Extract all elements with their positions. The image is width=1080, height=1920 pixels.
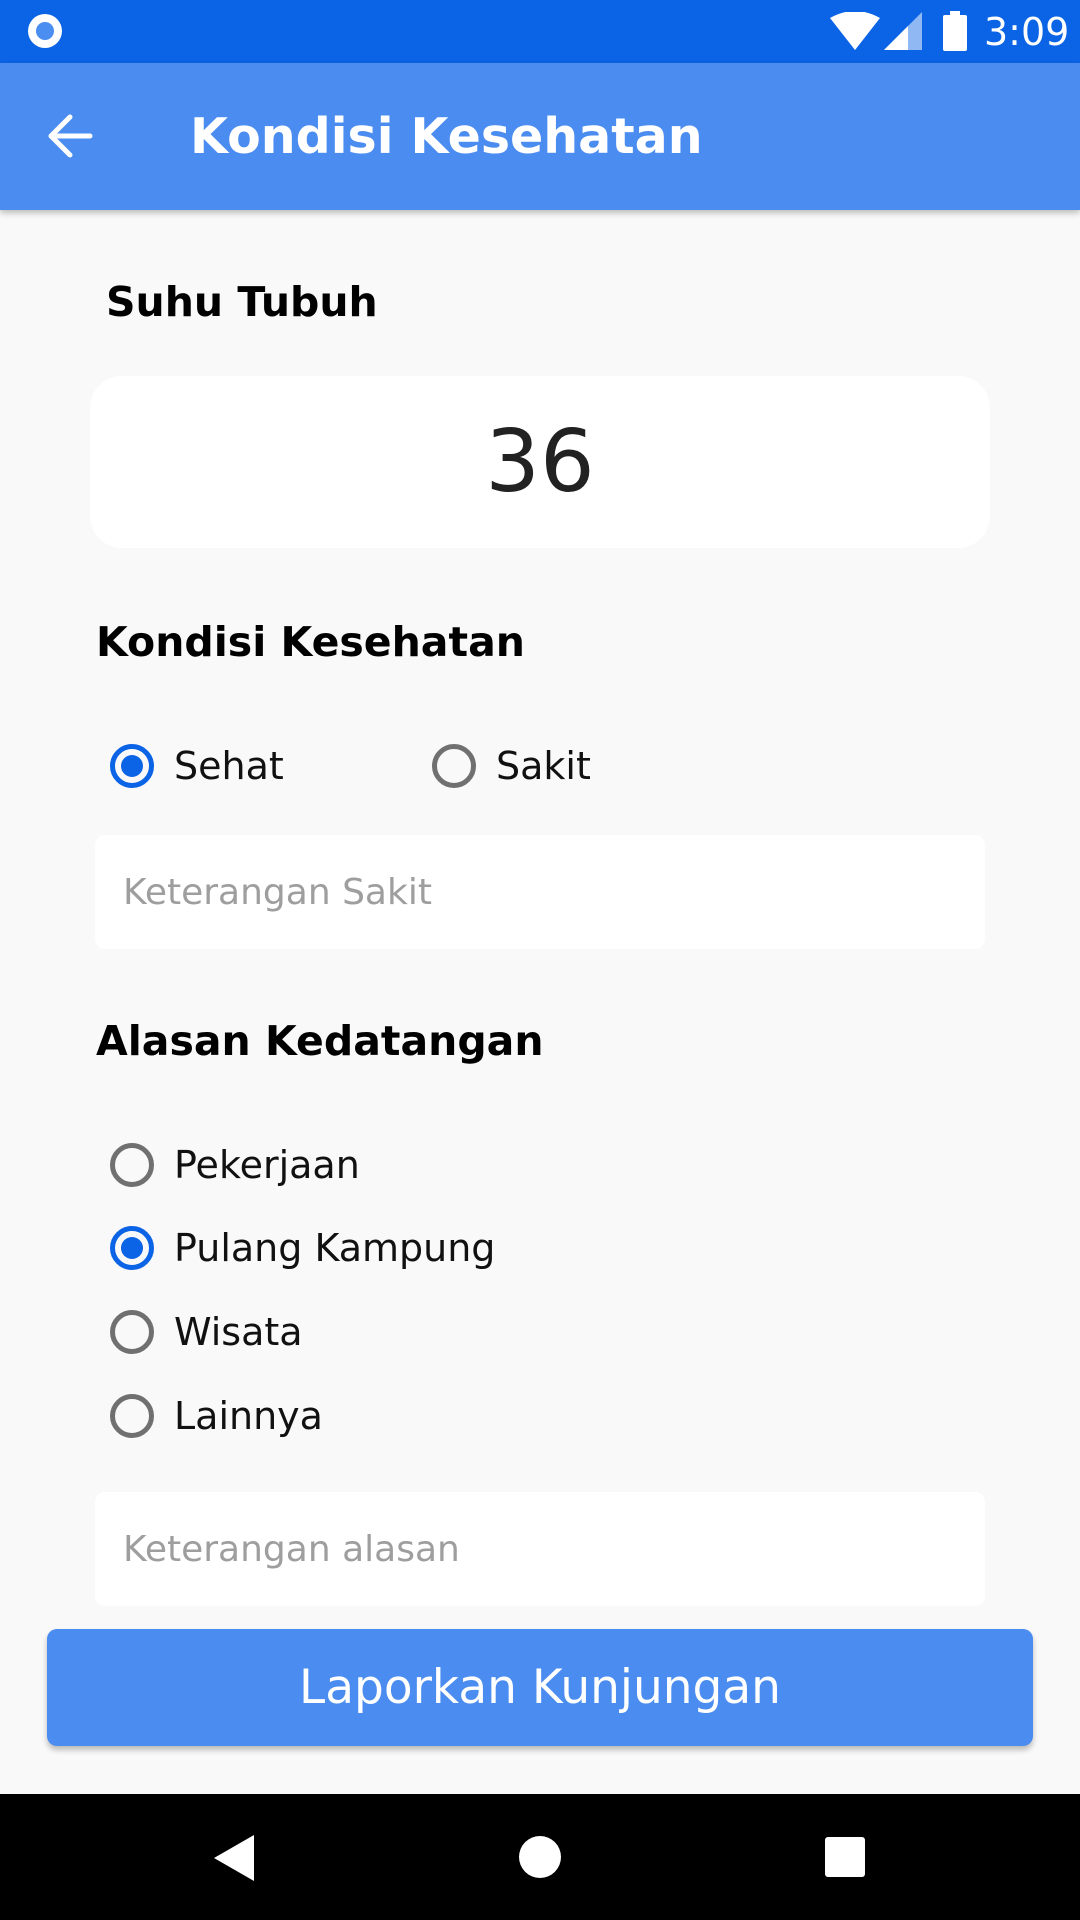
nav-home-icon[interactable] [519, 1836, 561, 1878]
radio-unchecked-icon [110, 1143, 154, 1187]
radio-pulang-kampung[interactable]: Pulang Kampung [110, 1218, 495, 1278]
radio-checked-icon [110, 1226, 154, 1270]
nav-back-icon[interactable] [214, 1835, 254, 1881]
radio-sehat[interactable]: Sehat [110, 736, 284, 796]
radio-label: Sakit [496, 744, 591, 788]
cell-signal-icon [884, 12, 922, 50]
status-time: 3:09 [984, 10, 1070, 54]
status-bar: 3:09 [0, 0, 1080, 63]
radio-sakit[interactable]: Sakit [432, 736, 591, 796]
reason-note-field[interactable] [95, 1492, 985, 1606]
temperature-label: Suhu Tubuh [106, 278, 378, 326]
radio-label: Lainnya [174, 1394, 323, 1438]
radio-checked-icon [110, 744, 154, 788]
radio-unchecked-icon [110, 1394, 154, 1438]
battery-icon [943, 11, 967, 51]
sick-note-input[interactable] [121, 870, 985, 914]
page-title: Kondisi Kesehatan [190, 108, 703, 165]
wifi-icon [830, 12, 880, 50]
temperature-input[interactable]: 36 [90, 376, 990, 548]
arrow-back-icon[interactable] [46, 113, 94, 159]
radio-unchecked-icon [110, 1310, 154, 1354]
sick-note-field[interactable] [95, 835, 985, 949]
radio-pekerjaan[interactable]: Pekerjaan [110, 1135, 360, 1195]
radio-label: Pulang Kampung [174, 1226, 496, 1270]
nav-recents-icon[interactable] [825, 1837, 865, 1877]
notification-dot-icon [28, 14, 62, 48]
radio-label: Sehat [174, 744, 284, 788]
health-condition-label: Kondisi Kesehatan [96, 618, 525, 666]
radio-label: Pekerjaan [174, 1143, 360, 1187]
radio-unchecked-icon [432, 744, 476, 788]
submit-visit-button[interactable]: Laporkan Kunjungan [47, 1629, 1033, 1746]
app-bar: Kondisi Kesehatan [0, 63, 1080, 210]
visit-reason-label: Alasan Kedatangan [96, 1017, 544, 1065]
radio-label: Wisata [174, 1310, 303, 1354]
system-nav-bar [0, 1794, 1080, 1920]
reason-note-input[interactable] [121, 1527, 985, 1571]
radio-lainnya[interactable]: Lainnya [110, 1386, 323, 1446]
temperature-value[interactable]: 36 [485, 412, 594, 512]
radio-wisata[interactable]: Wisata [110, 1302, 303, 1362]
